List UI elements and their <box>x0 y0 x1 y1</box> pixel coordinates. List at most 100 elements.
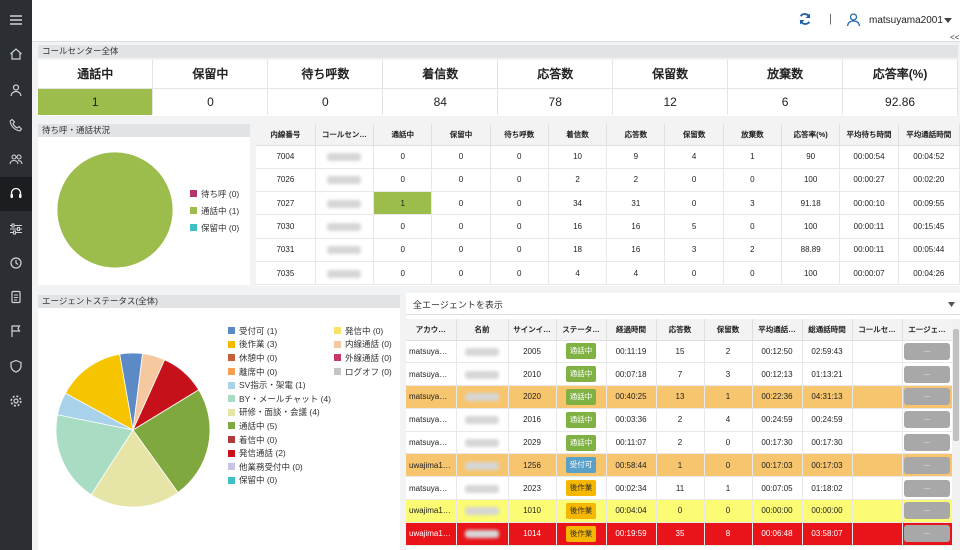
agent-column-header[interactable]: 平均通話… <box>752 319 803 341</box>
sidebar-item-phone[interactable] <box>0 109 32 143</box>
table-cell: 00:11:19 <box>606 340 657 364</box>
table-cell <box>315 191 375 216</box>
table-cell: 31 <box>606 191 666 216</box>
agent-action-button[interactable]: ... <box>904 502 950 520</box>
agent-row[interactable]: matsuya… 2023 後作業 00:02:34 11 1 00:07:05 01:18:… <box>406 476 953 501</box>
legend-item[interactable]: 離席中 (0) <box>228 365 331 379</box>
legend-item[interactable]: SV指示・架電 (1) <box>228 378 331 392</box>
collapse-panel-button[interactable]: << <box>950 33 959 42</box>
agent-row[interactable]: matsuya… 2029 通話中 00:11:07 2 0 00:17:30 00:17:3… <box>406 431 953 455</box>
extension-column-header[interactable]: 内線番号 <box>256 124 316 146</box>
extension-column-header[interactable]: 平均待ち時間 <box>839 124 899 146</box>
legend-item[interactable]: BY・メールチャット (4) <box>228 392 331 406</box>
sidebar-item-home[interactable] <box>0 38 32 72</box>
legend-item[interactable]: 保留中 (0) <box>228 474 331 488</box>
legend-item[interactable]: 後作業 (3) <box>228 338 331 352</box>
table-cell: 00:00:00 <box>752 499 803 523</box>
agent-row[interactable]: matsuya… 2020 通話中 00:40:25 13 1 00:22:36 04:31:… <box>406 385 953 409</box>
agent-action-button[interactable]: ... <box>904 388 950 406</box>
redacted-text <box>327 222 362 231</box>
extension-column-header[interactable]: 保留数 <box>664 124 724 146</box>
username[interactable]: matsuyama2001 <box>869 15 943 26</box>
legend-item[interactable]: 保留中 (0) <box>190 219 239 236</box>
summary-value: 12 <box>612 88 729 115</box>
agent-column-header[interactable]: 総通話時間 <box>802 319 853 341</box>
agent-column-header[interactable]: ステータ… <box>556 319 607 341</box>
agent-action-button[interactable]: ... <box>904 525 950 543</box>
agents-scrollbar[interactable] <box>952 319 960 550</box>
sidebar-item-flag[interactable] <box>0 315 32 349</box>
extension-column-header[interactable]: 通話中 <box>373 124 433 146</box>
legend-item[interactable]: 発信中 (0) <box>334 324 392 338</box>
table-row[interactable]: 7004 0 0 0 10 9 4 1 90 00:00:54 00:04:52 <box>256 145 960 169</box>
sidebar-item-menu[interactable] <box>0 4 32 38</box>
legend-item[interactable]: 通話中 (1) <box>190 202 239 219</box>
sidebar-item-headset[interactable] <box>0 177 32 211</box>
sidebar-item-shield[interactable] <box>0 350 32 384</box>
agent-column-header[interactable]: コールセ… <box>852 319 903 341</box>
legend-item[interactable]: 外線通話 (0) <box>334 351 392 365</box>
call-center-title: コールセンター全体 <box>38 45 958 58</box>
agent-row[interactable]: uwajima1… 1014 後作業 00:19:59 35 8 00:06:48 03:58… <box>406 522 953 546</box>
agent-action-button[interactable]: ... <box>904 434 950 452</box>
extension-column-header[interactable]: 平均通話時間 <box>898 124 960 146</box>
table-row[interactable]: 7026 0 0 0 2 2 0 0 100 00:00:27 00:02:20 <box>256 168 960 193</box>
extension-column-header[interactable]: コールセン… <box>315 124 375 146</box>
table-cell: 1 <box>704 476 753 501</box>
legend-item[interactable]: 通話中 (5) <box>228 419 331 433</box>
legend-item[interactable]: 研修・面談・会議 (4) <box>228 406 331 420</box>
agent-row[interactable]: matsuya… 2016 通話中 00:03:36 2 4 00:24:59 00:24:5… <box>406 408 953 432</box>
extension-column-header[interactable]: 保留中 <box>431 124 491 146</box>
table-cell <box>456 340 509 364</box>
legend-item[interactable]: 他業務受付中 (0) <box>228 460 331 474</box>
extension-column-header[interactable]: 着信数 <box>548 124 608 146</box>
sidebar-item-document[interactable] <box>0 281 32 315</box>
sidebar-item-group[interactable] <box>0 143 32 177</box>
legend-item[interactable]: 受付可 (1) <box>228 324 331 338</box>
table-row[interactable]: 7035 0 0 0 4 4 0 0 100 00:00:07 00:04:26 <box>256 261 960 286</box>
extension-column-header[interactable]: 応答率(%) <box>781 124 841 146</box>
agent-action-button[interactable]: ... <box>904 411 950 429</box>
agent-row[interactable]: matsuya… 2005 通話中 00:11:19 15 2 00:12:50 02:59:… <box>406 340 953 364</box>
table-row[interactable]: 7031 0 0 0 18 16 3 2 88.89 00:00:11 00:05:44 <box>256 238 960 262</box>
refresh-icon[interactable] <box>798 12 812 28</box>
legend-item[interactable]: 休憩中 (0) <box>228 351 331 365</box>
agent-action-button[interactable]: ... <box>904 342 950 360</box>
agent-action-button[interactable]: ... <box>904 479 950 497</box>
agent-column-header[interactable]: エージェ… <box>902 319 953 341</box>
agent-column-header[interactable]: アカウ… <box>406 319 457 341</box>
user-account-icon[interactable] <box>846 12 861 29</box>
table-cell: 4 <box>704 408 753 432</box>
sidebar-item-gear[interactable] <box>0 385 32 419</box>
legend-item[interactable]: 内線通話 (0) <box>334 338 392 352</box>
agent-filter-select[interactable]: 全エージェントを表示 <box>406 293 960 315</box>
table-row[interactable]: 7027 1 0 0 34 31 0 3 91.18 00:00:10 00:09:55 <box>256 191 960 216</box>
agent-action-button[interactable]: ... <box>904 456 950 474</box>
redacted-text <box>327 246 362 255</box>
chevron-down-icon[interactable] <box>944 16 952 26</box>
agent-column-header[interactable]: サインイ… <box>508 319 557 341</box>
chevron-down-icon[interactable] <box>948 300 955 310</box>
agent-column-header[interactable]: 経過時間 <box>606 319 657 341</box>
extension-column-header[interactable]: 待ち呼数 <box>490 124 549 146</box>
table-row[interactable]: 7030 0 0 0 16 16 5 0 100 00:00:11 00:15:45 <box>256 214 960 239</box>
legend-item[interactable]: 待ち呼 (0) <box>190 185 239 202</box>
agent-row[interactable]: matsuya… 2010 通話中 00:07:18 7 3 00:12:13 01:13:2… <box>406 362 953 387</box>
agent-row[interactable]: uwajima1… 1010 後作業 00:04:04 0 0 00:00:00 00:00:… <box>406 499 953 523</box>
legend-label: 発信通話 (2) <box>239 448 286 459</box>
sidebar-item-sliders[interactable] <box>0 213 32 247</box>
table-cell: 0 <box>431 238 491 262</box>
redacted-text <box>465 461 499 470</box>
extension-column-header[interactable]: 応答数 <box>606 124 666 146</box>
agent-column-header[interactable]: 名前 <box>456 319 509 341</box>
agent-action-button[interactable]: ... <box>904 365 950 383</box>
legend-item[interactable]: 着信中 (0) <box>228 433 331 447</box>
sidebar-item-user[interactable] <box>0 74 32 108</box>
agent-column-header[interactable]: 応答数 <box>656 319 705 341</box>
legend-item[interactable]: ログオフ (0) <box>334 365 392 379</box>
agent-column-header[interactable]: 保留数 <box>704 319 753 341</box>
legend-item[interactable]: 発信通話 (2) <box>228 446 331 460</box>
agent-row[interactable]: uwajima1… 1256 受付可 00:58:44 1 0 00:17:03 00:17:… <box>406 453 953 478</box>
extension-column-header[interactable]: 放棄数 <box>723 124 783 146</box>
sidebar-item-history[interactable] <box>0 247 32 281</box>
